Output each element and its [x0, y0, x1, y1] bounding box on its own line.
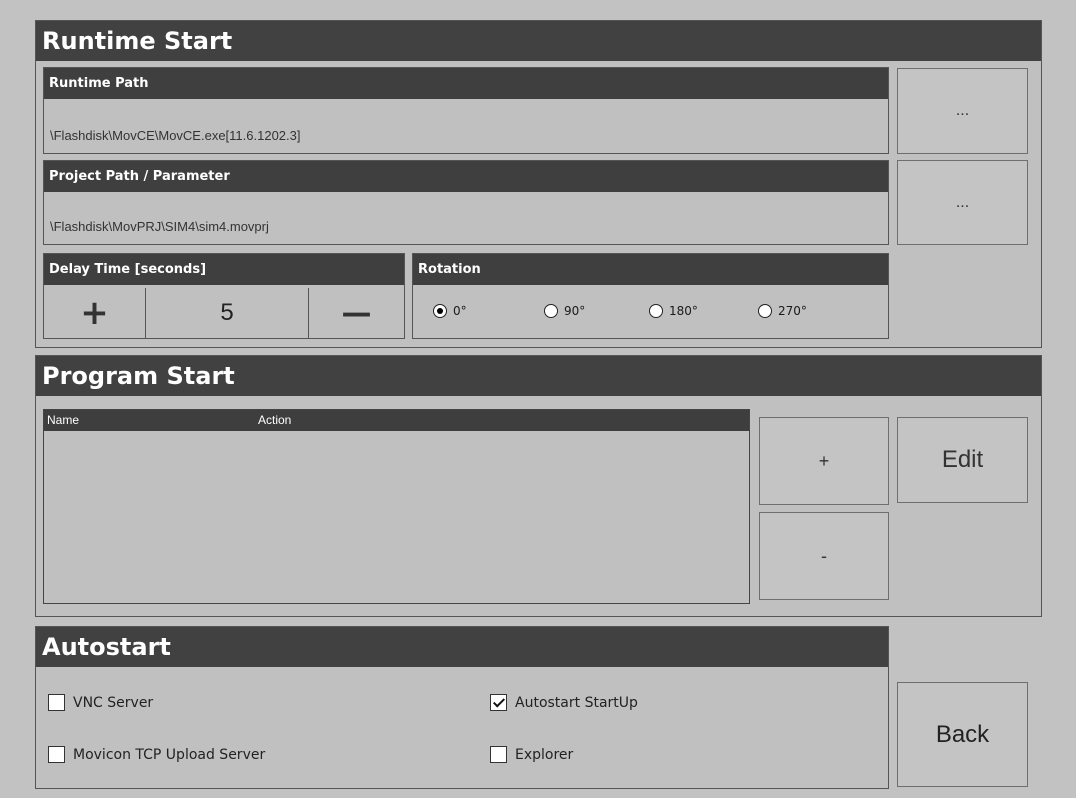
minus-icon: — [341, 295, 372, 331]
program-start-title: Program Start [36, 356, 1041, 396]
project-path-label: Project Path / Parameter [44, 161, 888, 192]
delay-decrease-button[interactable]: — [309, 288, 404, 338]
autostart-option-label: Autostart StartUp [515, 694, 638, 711]
autostart-title: Autostart [36, 627, 888, 667]
autostart-option-tcp-upload-server[interactable]: Movicon TCP Upload Server [48, 746, 265, 763]
runtime-start-title: Runtime Start [36, 21, 1041, 61]
rotation-option-180[interactable]: 180° [649, 304, 698, 318]
back-label: Back [935, 720, 990, 748]
runtime-path-browse-label: ... [955, 102, 970, 119]
back-button[interactable]: Back [897, 682, 1028, 787]
runtime-path-label: Runtime Path [44, 68, 888, 99]
edit-program-label: Edit [941, 446, 984, 473]
checkbox-checked-icon [490, 694, 507, 711]
radio-icon [649, 304, 663, 318]
checkbox-icon [48, 746, 65, 763]
rotation-option-label: 0° [453, 304, 467, 318]
delay-increase-button[interactable]: + [44, 288, 146, 338]
checkbox-icon [48, 694, 65, 711]
project-path-group: Project Path / Parameter \Flashdisk\MovP… [43, 160, 889, 245]
column-header-action[interactable]: Action [258, 410, 291, 431]
checkbox-icon [490, 746, 507, 763]
delay-time-group: Delay Time [seconds] + 5 — [43, 253, 405, 339]
project-path-value[interactable]: \Flashdisk\MovPRJ\SIM4\sim4.movprj [50, 219, 269, 234]
remove-program-button[interactable]: - [759, 512, 889, 600]
add-program-label: + [818, 450, 830, 471]
rotation-option-90[interactable]: 90° [544, 304, 585, 318]
column-header-name[interactable]: Name [47, 410, 79, 431]
project-path-browse-label: ... [955, 193, 970, 211]
project-path-browse-button[interactable]: ... [897, 160, 1028, 245]
delay-value: 5 [146, 288, 309, 338]
delay-time-label: Delay Time [seconds] [44, 254, 404, 285]
radio-selected-icon [433, 304, 447, 318]
runtime-path-group: Runtime Path \Flashdisk\MovCE\MovCE.exe[… [43, 67, 889, 154]
radio-icon [544, 304, 558, 318]
autostart-panel: Autostart [35, 626, 889, 789]
rotation-group: Rotation 0° 90° 180° 270° [412, 253, 889, 339]
autostart-option-explorer[interactable]: Explorer [490, 746, 573, 763]
edit-program-button[interactable]: Edit [897, 417, 1028, 503]
program-list-header: Name Action [44, 410, 749, 431]
program-list[interactable]: Name Action [43, 409, 750, 604]
autostart-option-label: VNC Server [73, 694, 154, 711]
autostart-option-startup[interactable]: Autostart StartUp [490, 694, 638, 711]
autostart-option-label: Explorer [515, 746, 574, 763]
autostart-option-label: Movicon TCP Upload Server [73, 746, 266, 763]
autostart-option-vnc-server[interactable]: VNC Server [48, 694, 153, 711]
runtime-path-browse-button[interactable]: ... [897, 68, 1028, 154]
rotation-option-0[interactable]: 0° [433, 304, 467, 318]
delay-value-text: 5 [220, 299, 234, 326]
rotation-option-label: 180° [669, 304, 698, 318]
plus-icon: + [80, 293, 109, 333]
rotation-option-label: 90° [564, 304, 586, 318]
rotation-option-270[interactable]: 270° [758, 304, 807, 318]
add-program-button[interactable]: + [759, 417, 889, 505]
runtime-path-value[interactable]: \Flashdisk\MovCE\MovCE.exe[11.6.1202.3] [50, 128, 301, 143]
radio-icon [758, 304, 772, 318]
rotation-label: Rotation [413, 254, 888, 285]
remove-program-label: - [821, 545, 827, 566]
rotation-option-label: 270° [778, 304, 807, 318]
